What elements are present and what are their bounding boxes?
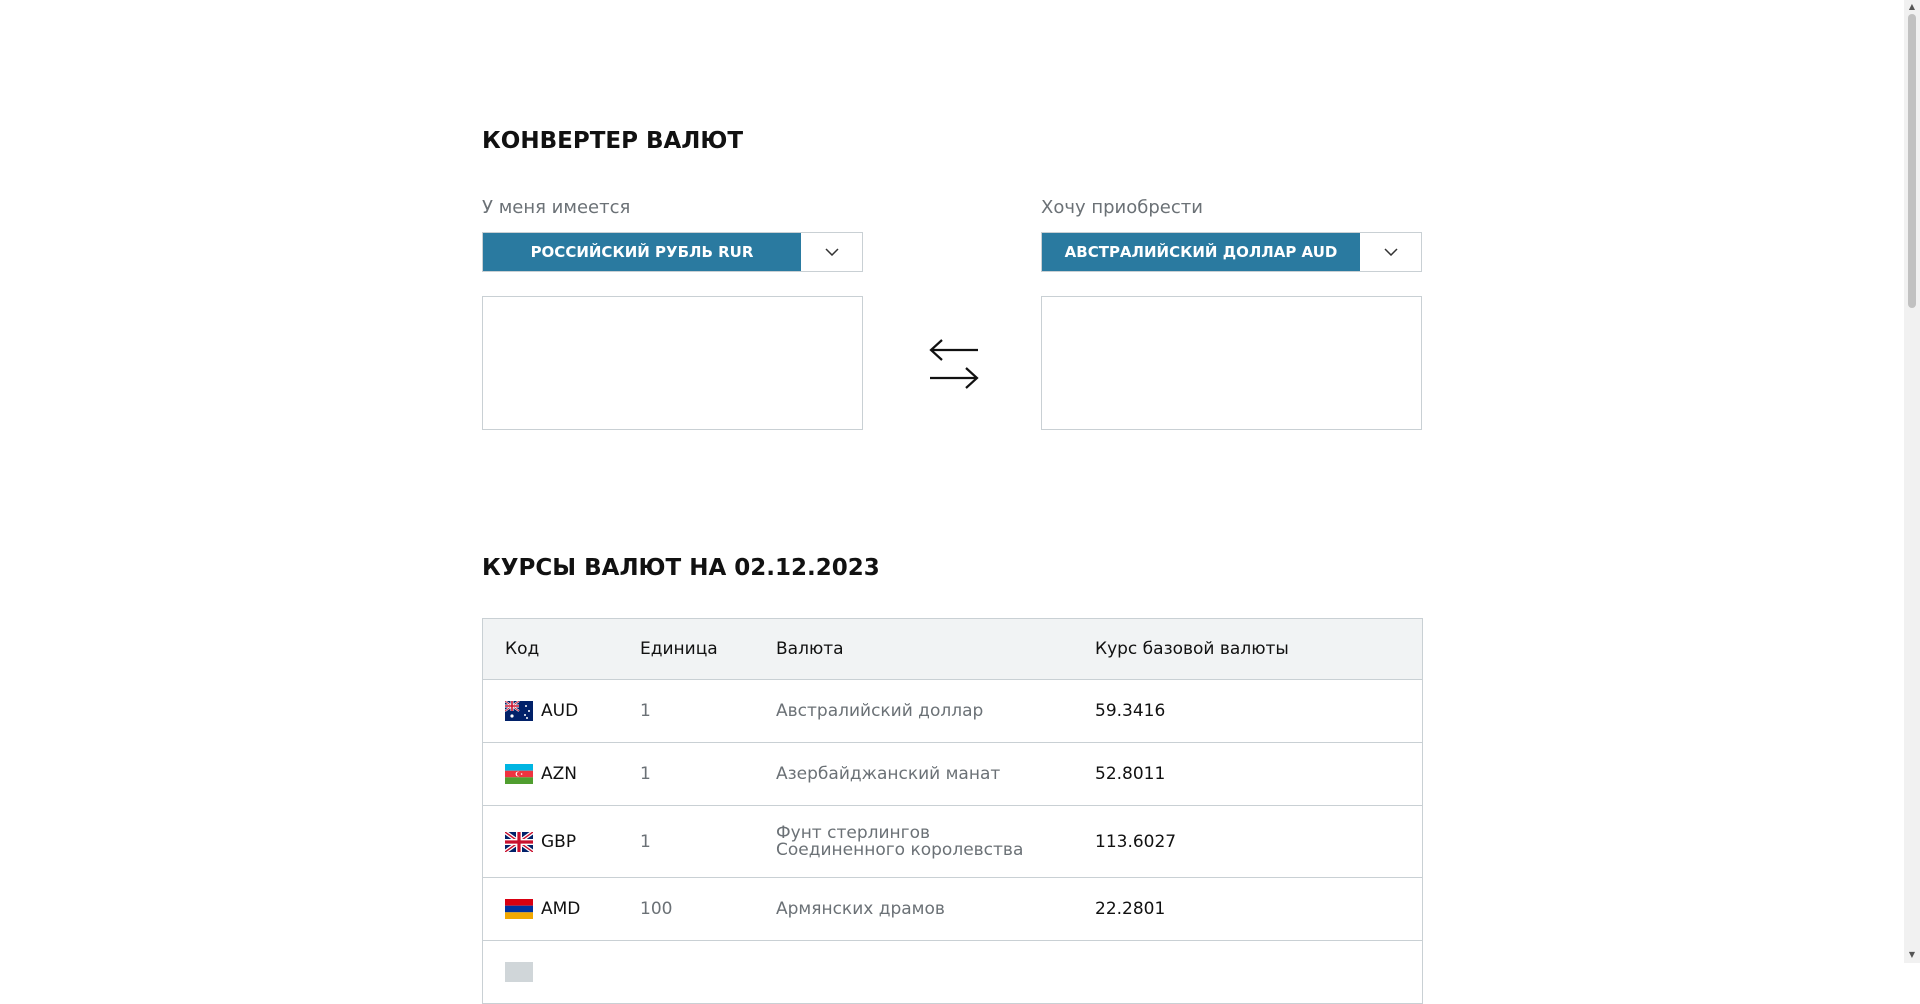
want-label: Хочу приобрести — [1041, 197, 1203, 218]
swap-arrows-icon — [929, 339, 979, 389]
column-header-rate: Курс базовой валюты — [1073, 618, 1423, 680]
table-row: GBP 1 Фунт стерлингов Соединенного корол… — [482, 805, 1423, 878]
scroll-up-icon[interactable]: ▲ — [1907, 2, 1917, 12]
currency-rate: 22.2801 — [1073, 877, 1423, 941]
table-row: AZN 1 Азербайджанский манат 52.8011 — [482, 742, 1423, 806]
currency-code: AMD — [541, 899, 581, 919]
currency-code: AUD — [541, 701, 579, 721]
chevron-down-icon — [824, 248, 839, 256]
table-row — [482, 940, 1423, 1004]
currency-name: Азербайджанский манат — [754, 742, 1073, 806]
have-label: У меня имеется — [482, 197, 631, 218]
table-row: AUD 1 Австралийский доллар 59.3416 — [482, 679, 1423, 743]
currency-rate: 113.6027 — [1073, 805, 1423, 878]
flag-icon — [505, 962, 533, 982]
currency-rate: 59.3416 — [1073, 679, 1423, 743]
have-column: У меня имеется РОССИЙСКИЙ РУБЛЬ RUR — [482, 196, 863, 430]
currency-name: Армянских драмов — [754, 877, 1073, 941]
currency-unit: 100 — [618, 877, 754, 941]
have-currency-select[interactable]: РОССИЙСКИЙ РУБЛЬ RUR — [482, 232, 863, 272]
currency-name: Фунт стерлингов Соединенного королевства — [754, 805, 1073, 878]
want-column: Хочу приобрести АВСТРАЛИЙСКИЙ ДОЛЛАР AUD — [1041, 196, 1422, 430]
chevron-down-icon — [1383, 248, 1398, 256]
currency-name: Австралийский доллар — [754, 679, 1073, 743]
column-header-unit: Единица — [618, 618, 754, 680]
swap-currencies-button[interactable] — [926, 334, 982, 394]
want-currency-dropdown-toggle[interactable] — [1360, 233, 1421, 271]
currency-unit: 1 — [618, 742, 754, 806]
australia-flag-icon — [505, 701, 533, 721]
table-row: AMD 100 Армянских драмов 22.2801 — [482, 877, 1423, 941]
currency-code: AZN — [541, 764, 577, 784]
currency-rate: 52.8011 — [1073, 742, 1423, 806]
converter-title: КОНВЕРТЕР ВАЛЮТ — [482, 128, 744, 154]
have-amount-input[interactable] — [482, 296, 863, 430]
currency-unit: 1 — [618, 679, 754, 743]
have-currency-button[interactable]: РОССИЙСКИЙ РУБЛЬ RUR — [483, 233, 801, 271]
currency-code: GBP — [541, 831, 577, 852]
armenia-flag-icon — [505, 899, 533, 919]
column-header-code: Код — [482, 618, 618, 680]
rates-table: Код Единица Валюта Курс базовой валюты A… — [482, 618, 1423, 1004]
table-header-row: Код Единица Валюта Курс базовой валюты — [482, 618, 1423, 680]
want-currency-button[interactable]: АВСТРАЛИЙСКИЙ ДОЛЛАР AUD — [1042, 233, 1360, 271]
scroll-down-icon[interactable]: ▼ — [1907, 950, 1917, 960]
scroll-thumb[interactable] — [1908, 14, 1916, 308]
column-header-currency: Валюта — [754, 618, 1073, 680]
rates-title: КУРСЫ ВАЛЮТ НА 02.12.2023 — [482, 555, 880, 581]
uk-flag-icon — [505, 831, 533, 852]
have-currency-dropdown-toggle[interactable] — [801, 233, 862, 271]
page-scrollbar[interactable]: ▲ ▼ — [1904, 0, 1920, 963]
currency-unit: 1 — [618, 805, 754, 878]
want-currency-select[interactable]: АВСТРАЛИЙСКИЙ ДОЛЛАР AUD — [1041, 232, 1422, 272]
want-amount-input[interactable] — [1041, 296, 1422, 430]
azerbaijan-flag-icon — [505, 764, 533, 784]
